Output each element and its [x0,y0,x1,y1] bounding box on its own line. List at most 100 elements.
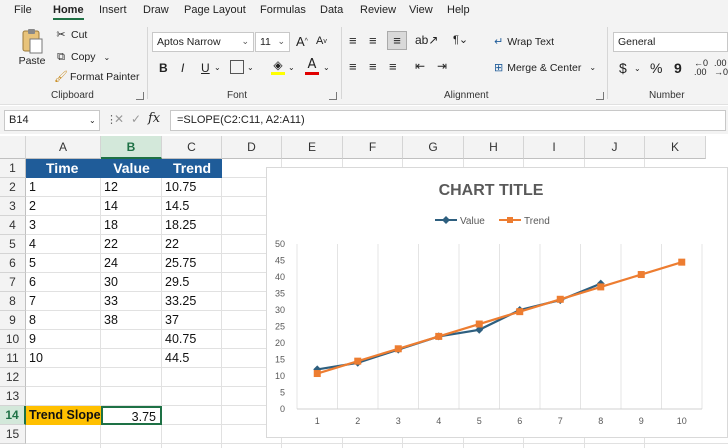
currency-button[interactable]: $ [619,60,627,76]
comma-style-button[interactable]: 9 [674,60,682,76]
table-cell[interactable]: 44.5 [162,349,222,368]
align-center-icon[interactable]: ≡ [369,59,377,74]
table-cell[interactable]: 29.5 [162,273,222,292]
column-header-b[interactable]: B [101,136,162,159]
chevron-down-icon[interactable]: ⌄ [104,53,111,62]
tab-data[interactable]: Data [320,4,343,16]
table-cell[interactable]: 38 [101,311,162,330]
column-header-j[interactable]: J [585,136,645,159]
enter-icon[interactable]: ✓ [131,112,141,126]
borders-icon[interactable] [230,60,244,74]
chevron-down-icon[interactable]: ⌄ [634,64,641,73]
row-header-11[interactable]: 11 [0,349,26,368]
table-cell[interactable]: 12 [101,178,162,197]
table-cell[interactable]: 7 [26,292,101,311]
table-header-cell[interactable]: Value [101,159,162,178]
clipboard-launcher-icon[interactable] [136,92,144,100]
row-header-5[interactable]: 5 [0,235,26,254]
table-cell[interactable]: 18.25 [162,216,222,235]
decrease-font-icon[interactable]: Av [316,35,327,47]
tab-file[interactable]: File [14,4,32,16]
row-header-2[interactable]: 2 [0,178,26,197]
column-header-k[interactable]: K [645,136,706,159]
underline-button[interactable]: U [201,61,210,75]
column-header-a[interactable]: A [26,136,101,159]
table-cell[interactable]: 40.75 [162,330,222,349]
copy-button[interactable]: ⧉ Copy ⌄ [54,50,110,64]
fill-color-button[interactable]: ◈ [271,58,285,75]
tab-insert[interactable]: Insert [99,4,127,16]
increase-indent-icon[interactable]: ⇥ [437,59,447,73]
table-cell[interactable]: 5 [26,254,101,273]
bold-button[interactable]: B [159,61,168,75]
table-cell[interactable] [101,330,162,349]
tab-view[interactable]: View [409,4,433,16]
column-header-f[interactable]: F [343,136,403,159]
row-header-3[interactable]: 3 [0,197,26,216]
merge-center-button[interactable]: ⊞ Merge & Center ⌄ [494,61,596,74]
row-header-4[interactable]: 4 [0,216,26,235]
align-top-icon[interactable]: ≡ [349,33,357,48]
tab-formulas[interactable]: Formulas [260,4,306,16]
format-painter-button[interactable]: 🖌 Format Painter [54,70,139,83]
table-cell[interactable]: 18 [101,216,162,235]
align-middle-icon[interactable]: ≡ [369,33,377,48]
row-header-1[interactable]: 1 [0,159,26,178]
row-header-9[interactable]: 9 [0,311,26,330]
orientation-icon[interactable]: ab↗ [415,33,438,47]
tab-home[interactable]: Home [53,4,84,20]
row-header-15[interactable]: 15 [0,425,26,444]
alignment-launcher-icon[interactable] [596,92,604,100]
formula-input[interactable]: =SLOPE(C2:C11, A2:A11) [170,110,726,131]
row-header-12[interactable]: 12 [0,368,26,387]
font-size-dropdown[interactable]: 11 ⌄ [255,32,290,52]
table-cell[interactable]: 9 [26,330,101,349]
tab-page-layout[interactable]: Page Layout [184,4,246,16]
table-cell[interactable]: 10.75 [162,178,222,197]
column-header-d[interactable]: D [222,136,282,159]
table-cell[interactable]: 8 [26,311,101,330]
font-color-button[interactable]: A [305,57,319,75]
table-cell[interactable] [101,349,162,368]
chevron-down-icon[interactable]: ⌄ [288,63,295,72]
column-header-i[interactable]: I [524,136,585,159]
row-header-7[interactable]: 7 [0,273,26,292]
wrap-text-button[interactable]: ↵ Wrap Text [494,35,554,48]
tab-review[interactable]: Review [360,4,396,16]
slope-value-cell[interactable]: 3.75 [101,406,162,425]
column-header-e[interactable]: E [282,136,343,159]
insert-function-button[interactable]: fx [148,111,160,126]
table-cell[interactable]: 24 [101,254,162,273]
percent-button[interactable]: % [650,60,662,76]
table-cell[interactable]: 14 [101,197,162,216]
row-header-14[interactable]: 14 [0,406,26,425]
table-cell[interactable]: 30 [101,273,162,292]
row-header-10[interactable]: 10 [0,330,26,349]
table-cell[interactable]: 37 [162,311,222,330]
tab-help[interactable]: Help [447,4,470,16]
table-cell[interactable]: 33 [101,292,162,311]
table-cell[interactable]: 2 [26,197,101,216]
font-name-dropdown[interactable]: Aptos Narrow ⌄ [152,32,254,52]
row-header-6[interactable]: 6 [0,254,26,273]
decrease-indent-icon[interactable]: ⇤ [415,59,425,73]
chevron-down-icon[interactable]: ⌄ [323,63,330,72]
table-cell[interactable]: 4 [26,235,101,254]
decrease-decimal-icon[interactable]: .00 →0 [714,59,728,77]
cancel-icon[interactable]: ✕ [114,112,124,126]
increase-decimal-icon[interactable]: ←0.00 [694,59,708,77]
table-cell[interactable]: 6 [26,273,101,292]
increase-font-icon[interactable]: A ^ [296,34,308,49]
chevron-down-icon[interactable]: ⌄ [247,63,254,72]
align-left-icon[interactable]: ≡ [349,59,357,74]
row-header-13[interactable]: 13 [0,387,26,406]
cut-button[interactable]: ✂ Cut [54,28,87,41]
text-direction-icon[interactable]: ¶⌄ [453,33,468,46]
column-header-g[interactable]: G [403,136,464,159]
table-cell[interactable]: 1 [26,178,101,197]
italic-button[interactable]: I [181,61,184,75]
select-all-corner[interactable] [0,136,26,159]
table-cell[interactable]: 22 [162,235,222,254]
number-format-dropdown[interactable]: General [613,32,728,52]
table-cell[interactable]: 22 [101,235,162,254]
